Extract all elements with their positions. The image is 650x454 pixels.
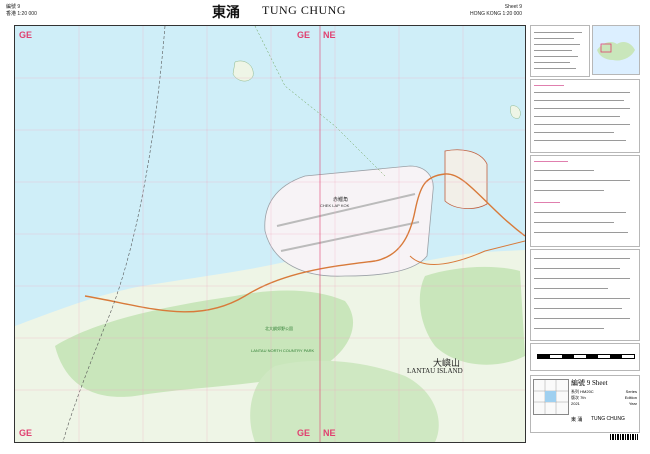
- info-row-year: 2021 Year: [571, 401, 637, 406]
- place-label-country-park-cn: 北大嶼郊野公園: [265, 326, 293, 331]
- sheet-name-cn: 東 涌: [571, 417, 583, 423]
- grid-label: GE: [19, 428, 33, 438]
- place-label-airport-cn: 赤鱲角: [333, 197, 349, 203]
- grid-label: GE: [19, 30, 33, 40]
- place-label-lantau-en: LANTAU ISLAND: [407, 367, 463, 375]
- grid-label: NE: [323, 30, 336, 40]
- scale-label-cn: 香港 1:20 000: [6, 11, 37, 17]
- legend-block: [530, 155, 640, 247]
- sheet-number-label-cn: 編號 9: [6, 4, 21, 10]
- sheet-number-label-en: Sheet 9: [504, 4, 522, 10]
- airport-platform: [264, 165, 434, 277]
- topographic-map[interactable]: GE GE NE GE GE NE 赤鱲角 CHEK LAP KOK 大嶼山 L…: [14, 25, 526, 443]
- map-canvas: [15, 26, 525, 442]
- barcode: [610, 434, 638, 440]
- grid-label: NE: [323, 428, 336, 438]
- locator-map: [592, 25, 640, 75]
- legend-block: [530, 25, 590, 77]
- map-legend: 編號 9 Sheet 系列 HM20C Series 版次 7th Editio…: [530, 25, 640, 441]
- place-label-country-park-en: LANTAU NORTH COUNTRY PARK: [251, 348, 315, 353]
- sheet-info-panel: 編號 9 Sheet 系列 HM20C Series 版次 7th Editio…: [530, 375, 640, 433]
- sheet-index-graphic: [534, 380, 568, 414]
- map-title-en: TUNG CHUNG: [262, 3, 346, 17]
- place-label-airport-en: CHEK LAP KOK: [320, 203, 350, 208]
- sheet-info-rows: 系列 HM20C Series 版次 7th Edition 2021 Year: [571, 389, 637, 407]
- sheet-index-grid: [533, 379, 569, 415]
- legend-block: [530, 79, 640, 153]
- grid-label: GE: [297, 30, 311, 40]
- sheet-name-en: TUNG CHUNG: [591, 416, 625, 422]
- map-title-cn: 東涌: [212, 6, 240, 21]
- legend-block: [530, 249, 640, 341]
- reclamation-area: [444, 149, 488, 209]
- scale-bar: [530, 343, 640, 371]
- grid-label: GE: [297, 428, 311, 438]
- scale-label-en: HONG KONG 1:20 000: [470, 11, 522, 17]
- locator-map-graphic: [593, 26, 639, 74]
- sheet-number-panel: 編號 9 Sheet: [571, 379, 608, 387]
